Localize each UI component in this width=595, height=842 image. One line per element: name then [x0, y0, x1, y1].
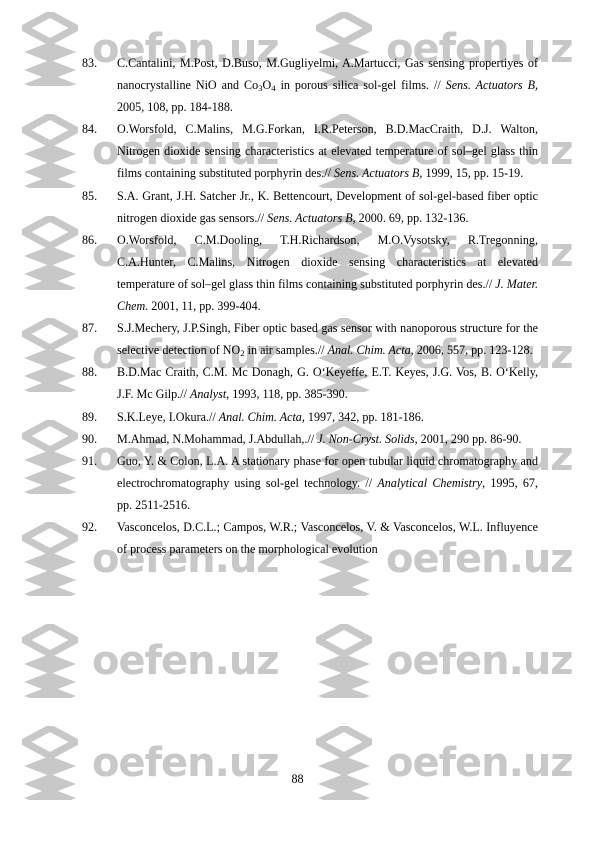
reference-text: Vasconcelos, D.C.L.; Campos, W.R.; Vasco…: [117, 516, 538, 560]
reference-text-segment: 2005, 108, pp. 184-188.: [117, 100, 233, 115]
reference-text-segment: O: [262, 78, 272, 93]
reference-text-segment: in air samples.//: [244, 343, 328, 358]
page-content: 83. C.Cantalini, M.Post, D.Buso, M.Gugliy…: [0, 0, 595, 842]
reference-number: 84.: [82, 122, 98, 137]
reference-text-segment: 1997, 342, pp. 181-186.: [304, 409, 424, 424]
reference-number: 91.: [82, 453, 98, 468]
reference-text-segment: S.K.Leye, I.Okura.//: [117, 409, 219, 424]
page-number: 88: [291, 772, 304, 786]
reference-text: O.Worsfold, C.Malins, M.G.Forkan, I.R.Pe…: [117, 118, 538, 184]
reference-entry: 92. Vasconcelos, D.C.L.; Campos, W.R.; Va…: [82, 516, 538, 560]
reference-source-italic: Anal. Chim. Acta,: [218, 409, 305, 424]
reference-number: 83.: [82, 56, 98, 70]
reference-number: 85.: [82, 188, 98, 203]
reference-text: Guo, Y. & Colon, L.A. A stationary phase…: [117, 450, 538, 516]
reference-text-segment: 1993, 118, pp. 385-390.: [229, 387, 348, 402]
reference-entry: 90. M.Ahmad, N.Mohammad, J.Abdullah,.// J…: [82, 428, 538, 450]
reference-text-segment: O.Worsfold, C.M.Dooling, T.H.Richardson,…: [117, 232, 538, 291]
reference-text: S.A. Grant, J.H. Satcher Jr., K. Bettenc…: [117, 185, 538, 229]
reference-text: C.Cantalini, M.Post, D.Buso, M.Gugliyelm…: [117, 52, 538, 118]
reference-number: 88.: [82, 365, 98, 380]
reference-entry: 84. O.Worsfold, C.Malins, M.G.Forkan, I.R…: [82, 118, 538, 184]
reference-number: 87.: [82, 321, 98, 336]
reference-text-segment: 2001, 11, pp. 399-404.: [148, 299, 261, 314]
reference-number: 92.: [82, 519, 98, 534]
reference-list: 83. C.Cantalini, M.Post, D.Buso, M.Gugliy…: [82, 52, 538, 560]
reference-number: 89.: [82, 409, 98, 424]
reference-source-italic: Sens. Actuators B,: [334, 166, 423, 181]
reference-text: O.Worsfold, C.M.Dooling, T.H.Richardson,…: [117, 229, 538, 317]
reference-source-italic: J. Non-Cryst. Solids,: [317, 431, 418, 446]
reference-source-italic: Anal. Chim. Acta,: [327, 343, 414, 358]
reference-entry: 88. B.D.Mac Craith, C.M. Mc Donagh, G. O‘…: [82, 361, 538, 405]
reference-text-segment: 2001, 290 pp. 86-90.: [417, 431, 522, 446]
reference-number: 86.: [82, 232, 98, 247]
reference-entry: 87. S.J.Mechery, J.P.Singh, Fiber optic b…: [82, 317, 538, 361]
reference-source-italic: Analytical Chemistry: [377, 475, 483, 490]
reference-text-segment: 1999, 15, pp. 15-19.: [422, 166, 524, 181]
reference-text-segment: 2006, 557, pp. 123-128.: [413, 343, 533, 358]
reference-number: 90.: [82, 431, 98, 446]
reference-text: M.Ahmad, N.Mohammad, J.Abdullah,.// J. N…: [117, 428, 538, 450]
reference-source-italic: Sens. Actuators B,: [267, 210, 356, 225]
reference-entry: 85. S.A. Grant, J.H. Satcher Jr., K. Bett…: [82, 185, 538, 229]
reference-text-segment: in porous silica sol-gel films. //: [275, 78, 446, 93]
document-page: oefen.uz oefen.uz oefen.uz oefen.uz oefen.uz…: [0, 0, 595, 842]
reference-text: S.J.Mechery, J.P.Singh, Fiber optic base…: [117, 317, 538, 361]
reference-text-segment: 2000. 69, pp. 132-136.: [355, 210, 469, 225]
reference-entry: 86. O.Worsfold, C.M.Dooling, T.H.Richards…: [82, 229, 538, 317]
reference-entry: 91. Guo, Y. & Colon, L.A. A stationary ph…: [82, 450, 538, 516]
reference-source-italic: Analyst,: [189, 387, 230, 402]
reference-source-italic: Sens. Actuators B,: [445, 78, 538, 93]
reference-entry: 89. S.K.Leye, I.Okura.// Anal. Chim. Acta…: [82, 406, 538, 428]
reference-text-segment: Vasconcelos, D.C.L.; Campos, W.R.; Vasco…: [117, 519, 538, 557]
reference-text: S.K.Leye, I.Okura.// Anal. Chim. Acta, 1…: [117, 406, 538, 428]
reference-text: B.D.Mac Craith, C.M. Mc Donagh, G. O‘Key…: [117, 361, 538, 405]
reference-text-segment: M.Ahmad, N.Mohammad, J.Abdullah,.//: [117, 431, 318, 446]
reference-entry: 83. C.Cantalini, M.Post, D.Buso, M.Gugliy…: [82, 52, 538, 118]
